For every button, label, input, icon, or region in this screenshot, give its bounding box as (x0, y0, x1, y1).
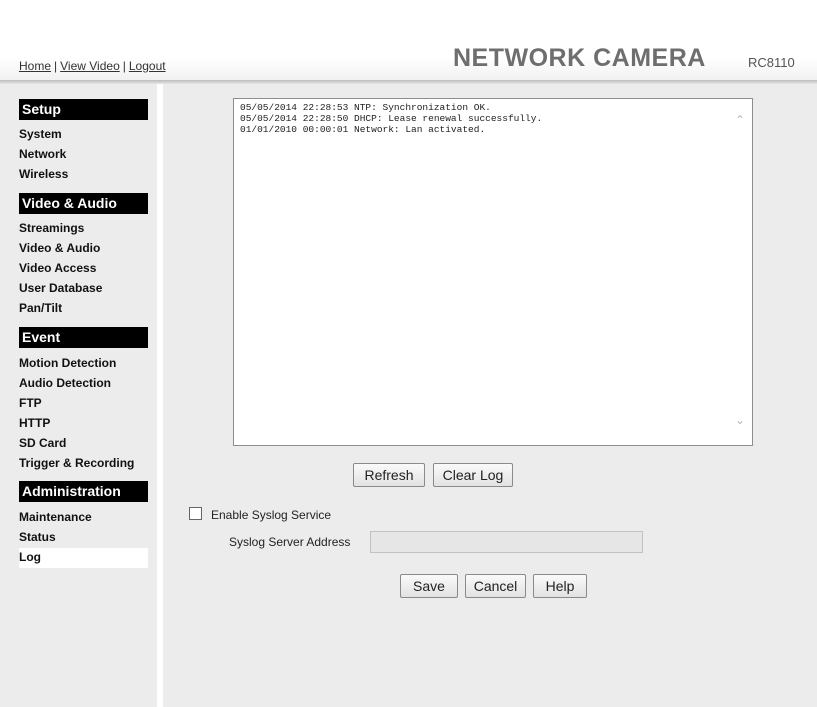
sidebar-item-wireless[interactable]: Wireless (19, 165, 148, 185)
sidebar-item-log[interactable]: Log (19, 548, 148, 568)
syslog-server-input[interactable] (370, 531, 643, 553)
sidebar-item-http[interactable]: HTTP (19, 414, 148, 434)
sidebar-item-trigger-recording[interactable]: Trigger & Recording (19, 454, 148, 474)
save-button[interactable]: Save (400, 574, 458, 598)
clear-log-button[interactable]: Clear Log (433, 463, 513, 487)
sidebar-item-video-audio[interactable]: Video & Audio (19, 239, 148, 259)
top-nav: Home | View Video | Logout (19, 59, 166, 73)
nav-separator: | (54, 59, 58, 73)
brand-title: NETWORK CAMERA (453, 44, 706, 72)
sidebar-item-sd-card[interactable]: SD Card (19, 434, 148, 454)
section-video-audio: Video & Audio (19, 193, 148, 214)
view-video-link[interactable]: View Video (60, 59, 120, 73)
refresh-button[interactable]: Refresh (353, 463, 425, 487)
sidebar-item-user-database[interactable]: User Database (19, 279, 148, 299)
chevron-up-icon[interactable]: ⌃ (735, 113, 745, 127)
log-line: 01/01/2010 00:00:01 Network: Lan activat… (240, 124, 486, 135)
sidebar-item-ftp[interactable]: FTP (19, 394, 148, 414)
enable-syslog-label: Enable Syslog Service (211, 508, 332, 522)
log-line: 05/05/2014 22:28:50 DHCP: Lease renewal … (240, 113, 543, 124)
syslog-server-label: Syslog Server Address (229, 535, 351, 549)
chevron-down-icon[interactable]: ⌄ (735, 413, 745, 427)
sidebar-item-pan-tilt[interactable]: Pan/Tilt (19, 299, 148, 319)
model-name: RC8110 (748, 55, 795, 70)
nav-separator: | (122, 59, 126, 73)
section-administration: Administration (19, 481, 148, 502)
cancel-button[interactable]: Cancel (465, 574, 526, 598)
sidebar-item-status[interactable]: Status (19, 528, 148, 548)
section-setup: Setup (19, 99, 148, 120)
sidebar-item-network[interactable]: Network (19, 145, 148, 165)
home-link[interactable]: Home (19, 59, 51, 73)
sidebar-item-audio-detection[interactable]: Audio Detection (19, 374, 148, 394)
sidebar-item-video-access[interactable]: Video Access (19, 259, 148, 279)
sidebar-item-system[interactable]: System (19, 125, 148, 145)
section-event: Event (19, 327, 148, 348)
log-line: 05/05/2014 22:28:53 NTP: Synchronization… (240, 102, 491, 113)
sidebar-item-streamings[interactable]: Streamings (19, 219, 148, 239)
help-button[interactable]: Help (533, 574, 587, 598)
enable-syslog-checkbox[interactable] (189, 507, 202, 520)
logout-link[interactable]: Logout (129, 59, 166, 73)
system-log-textarea[interactable]: 05/05/2014 22:28:53 NTP: Synchronization… (233, 98, 753, 446)
sidebar-item-maintenance[interactable]: Maintenance (19, 508, 148, 528)
sidebar-item-motion-detection[interactable]: Motion Detection (19, 354, 148, 374)
